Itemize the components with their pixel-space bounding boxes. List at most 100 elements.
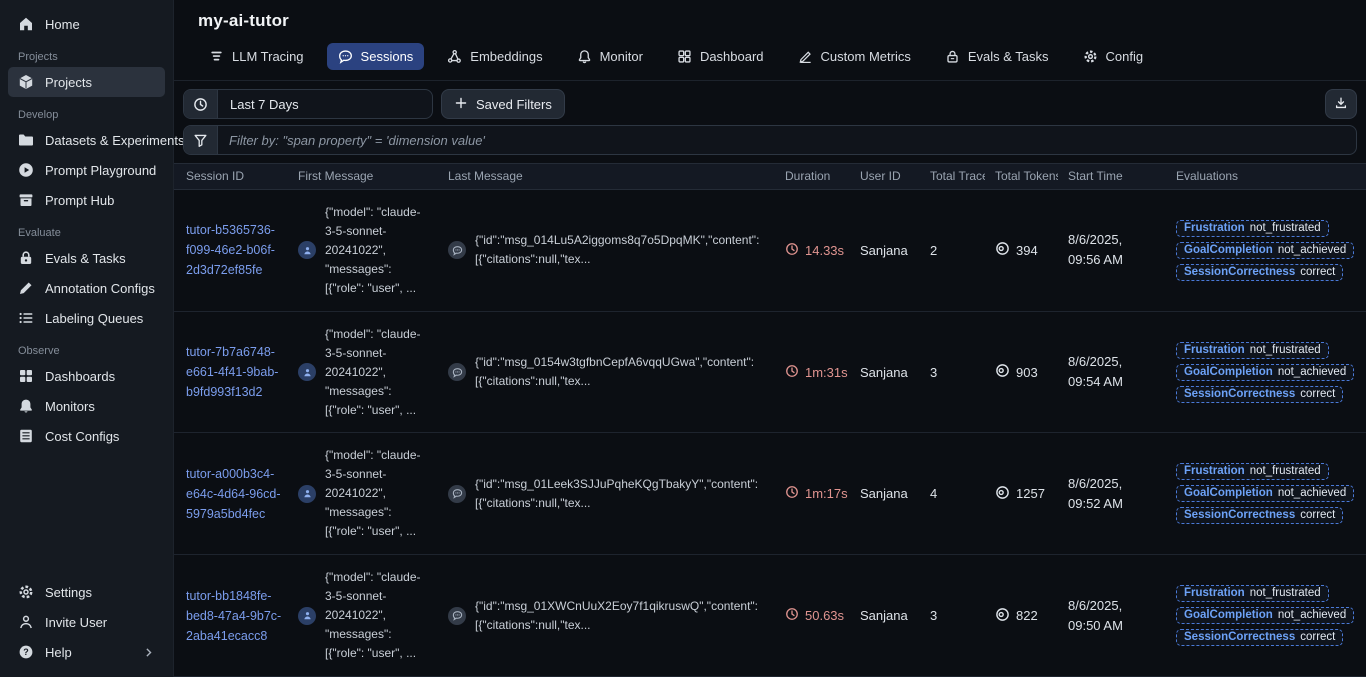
sidebar-item-prompt-playground[interactable]: Prompt Playground [8, 155, 165, 185]
column-header-last-message[interactable]: Last Message [436, 169, 775, 183]
column-header-session-id[interactable]: Session ID [174, 169, 286, 183]
tab-dashboard[interactable]: Dashboard [666, 43, 775, 70]
tab-embeddings[interactable]: Embeddings [436, 43, 553, 70]
ledger-icon [18, 428, 34, 444]
evaluation-name: SessionCorrectness [1184, 631, 1295, 643]
tab-custom-metrics[interactable]: Custom Metrics [787, 43, 922, 70]
evaluation-badge[interactable]: Frustrationnot_frustrated [1176, 585, 1329, 602]
tab-label: Dashboard [700, 49, 764, 64]
user-id-cell: Sanjana [850, 365, 920, 380]
evaluation-badge[interactable]: GoalCompletionnot_achieved [1176, 485, 1354, 502]
user-message-icon [298, 363, 316, 381]
session-id-link[interactable]: tutor-b5365736-f099-46e2-b06f-2d3d72ef85… [186, 220, 284, 280]
grid-icon [18, 368, 34, 384]
evaluation-value: not_achieved [1278, 366, 1346, 378]
start-time: 09:50 AM [1068, 616, 1166, 636]
evaluation-badge[interactable]: SessionCorrectnesscorrect [1176, 629, 1343, 646]
sidebar-item-monitors[interactable]: Monitors [8, 391, 165, 421]
evaluation-badge[interactable]: GoalCompletionnot_achieved [1176, 607, 1354, 624]
sidebar-item-labeling-queues[interactable]: Labeling Queues [8, 303, 165, 333]
duration-cell: 1m:17s [775, 485, 850, 502]
last-message-cell: {"id":"msg_014Lu5A2iggoms8q7o5DpqMK","co… [436, 231, 775, 269]
duration-cell: 14.33s [775, 242, 850, 259]
time-range-select[interactable]: Last 7 Days [183, 89, 433, 119]
column-header-total-traces[interactable]: Total Traces [920, 169, 985, 183]
last-message-cell: {"id":"msg_01XWCnUuX2Eoy7f1qikruswQ","co… [436, 597, 775, 635]
evaluation-badge[interactable]: Frustrationnot_frustrated [1176, 463, 1329, 480]
session-id-link[interactable]: tutor-bb1848fe-bed8-47a4-9b7c-2aba41ecac… [186, 586, 284, 646]
tab-label: Monitor [600, 49, 643, 64]
first-message-text: {"model": "claude-3-5-sonnet-20241022", … [325, 446, 422, 541]
tab-label: Evals & Tasks [968, 49, 1049, 64]
table-row[interactable]: tutor-a000b3c4-e64c-4d64-96cd-5979a5bd4f… [174, 433, 1366, 555]
sidebar-item-prompt-hub[interactable]: Prompt Hub [8, 185, 165, 215]
sidebar-item-help[interactable]: ? Help [8, 637, 165, 667]
duration-value: 1m:17s [805, 486, 848, 501]
column-header-evaluations[interactable]: Evaluations [1166, 169, 1366, 183]
tab-label: Custom Metrics [821, 49, 911, 64]
sidebar-item-dashboards[interactable]: Dashboards [8, 361, 165, 391]
clock-icon [785, 607, 799, 624]
table-row[interactable]: tutor-bb1848fe-bed8-47a4-9b7c-2aba41ecac… [174, 555, 1366, 677]
evaluation-name: GoalCompletion [1184, 487, 1273, 499]
sidebar-item-evals-tasks[interactable]: Evals & Tasks [8, 243, 165, 273]
evaluation-badge[interactable]: Frustrationnot_frustrated [1176, 220, 1329, 237]
start-time-cell: 8/6/2025, 09:54 AM [1058, 352, 1166, 392]
first-message-text: {"model": "claude-3-5-sonnet-20241022", … [325, 568, 422, 663]
evaluation-badge[interactable]: GoalCompletionnot_achieved [1176, 242, 1354, 259]
session-id-link[interactable]: tutor-7b7a6748-e661-4f41-9bab-b9fd993f13… [186, 342, 284, 402]
filter-input[interactable] [218, 133, 1356, 148]
evaluation-badge[interactable]: SessionCorrectnesscorrect [1176, 264, 1343, 281]
column-header-user-id[interactable]: User ID [850, 169, 920, 183]
sidebar-item-invite-user[interactable]: Invite User [8, 607, 165, 637]
clock-icon [785, 364, 799, 381]
trace-icon [209, 49, 224, 64]
saved-filters-button[interactable]: Saved Filters [441, 89, 565, 119]
column-header-start-time[interactable]: Start Time [1058, 169, 1166, 183]
tab-evals-tasks[interactable]: Evals & Tasks [934, 43, 1060, 70]
table-row[interactable]: tutor-7b7a6748-e661-4f41-9bab-b9fd993f13… [174, 312, 1366, 434]
pencil-icon [18, 280, 34, 296]
evaluation-badge[interactable]: SessionCorrectness correct [1176, 507, 1343, 524]
sidebar-item-annotation-configs[interactable]: Annotation Configs [8, 273, 165, 303]
evaluation-badge[interactable]: Frustrationnot_frustrated [1176, 342, 1329, 359]
tab-llm-tracing[interactable]: LLM Tracing [198, 43, 315, 70]
tab-sessions[interactable]: Sessions [327, 43, 425, 70]
download-button[interactable] [1325, 89, 1357, 119]
saved-filters-label: Saved Filters [476, 97, 552, 112]
total-tokens-value: 903 [1016, 365, 1038, 380]
session-id-link[interactable]: tutor-a000b3c4-e64c-4d64-96cd-5979a5bd4f… [186, 464, 284, 524]
pencil-icon [798, 49, 813, 64]
tab-config[interactable]: Config [1072, 43, 1155, 70]
start-date: 8/6/2025, [1068, 474, 1166, 494]
sidebar-item-datasets[interactable]: Datasets & Experiments [8, 125, 165, 155]
sidebar-item-label: Cost Configs [45, 429, 119, 444]
duration-value: 14.33s [805, 243, 844, 258]
evaluation-value: correct [1300, 509, 1335, 521]
tab-label: Sessions [361, 49, 414, 64]
column-header-total-tokens[interactable]: Total Tokens [985, 169, 1058, 183]
column-header-first-message[interactable]: First Message [286, 169, 436, 183]
cube-icon [18, 74, 34, 90]
total-traces-cell: 3 [920, 608, 985, 623]
table-row[interactable]: tutor-b5365736-f099-46e2-b06f-2d3d72ef85… [174, 190, 1366, 312]
user-message-icon [298, 241, 316, 259]
start-time: 09:52 AM [1068, 494, 1166, 514]
evaluation-name: SessionCorrectness [1184, 509, 1295, 521]
evaluation-value: correct [1300, 266, 1335, 278]
sidebar-item-home[interactable]: Home [8, 9, 165, 39]
total-tokens-cell: 822 [985, 607, 1058, 625]
clock-icon [184, 90, 218, 118]
sidebar-item-label: Settings [45, 585, 92, 600]
grid-icon [677, 49, 692, 64]
column-header-duration[interactable]: Duration [775, 169, 850, 183]
sidebar-item-settings[interactable]: Settings [8, 577, 165, 607]
sidebar-item-projects[interactable]: Projects [8, 67, 165, 97]
evaluation-badge[interactable]: SessionCorrectnesscorrect [1176, 386, 1343, 403]
assistant-message-icon [448, 363, 466, 381]
tab-monitor[interactable]: Monitor [566, 43, 654, 70]
first-message-cell: {"model": "claude-3-5-sonnet-20241022", … [286, 446, 436, 541]
filter-toolbar: Last 7 Days Saved Filters [174, 81, 1366, 163]
evaluation-badge[interactable]: GoalCompletionnot_achieved [1176, 364, 1354, 381]
sidebar-item-cost-configs[interactable]: Cost Configs [8, 421, 165, 451]
